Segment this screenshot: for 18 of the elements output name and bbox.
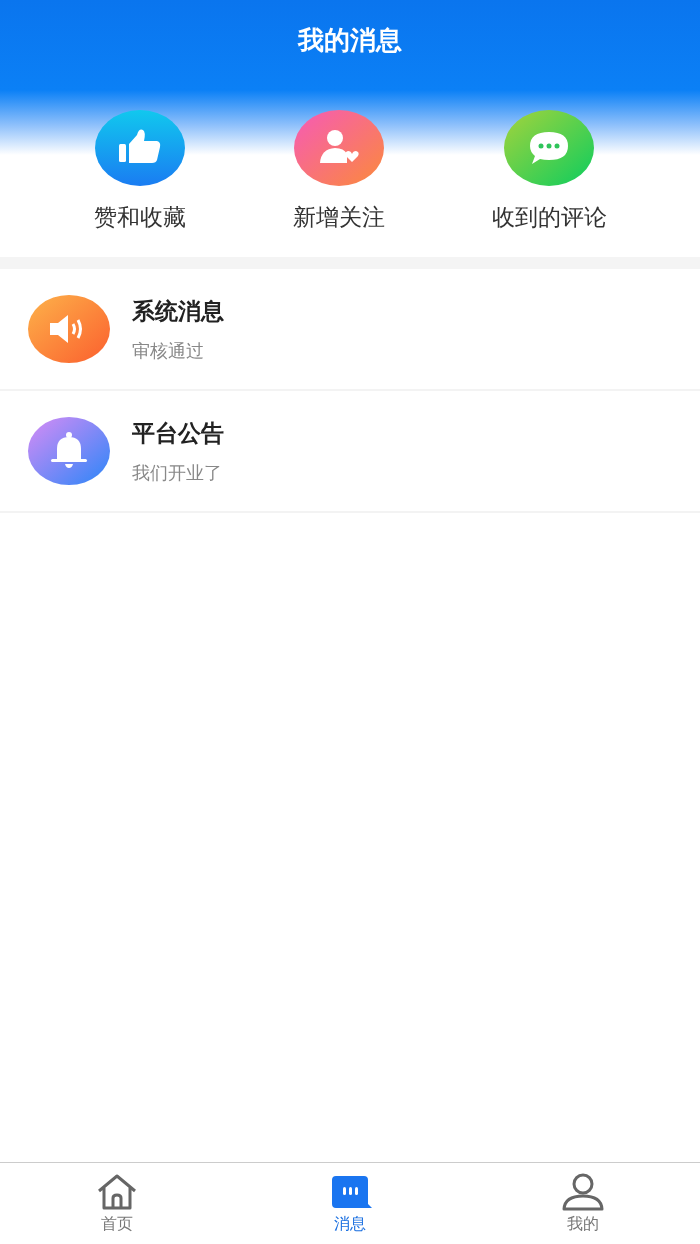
speaker-icon <box>28 295 110 363</box>
tab-bar-item[interactable]: 消息 <box>233 1163 467 1244</box>
message-title: 系统消息 <box>132 296 224 326</box>
bell-icon <box>28 417 110 485</box>
thumbs-up-icon[interactable] <box>94 110 185 186</box>
tab-bar-item[interactable]: 首页 <box>0 1163 234 1244</box>
message-row[interactable]: 系统消息 审核通过 <box>0 269 700 391</box>
message-title: 平台公告 <box>132 418 224 448</box>
message-preview: 我们开业了 <box>132 460 223 485</box>
message-row[interactable]: 平台公告 我们开业了 <box>0 391 700 513</box>
shortcut-label[interactable]: 赞和收藏 <box>93 202 186 233</box>
shortcut-label[interactable]: 新增关注 <box>292 202 385 233</box>
page-title: 我的消息 <box>296 24 403 57</box>
person-icon <box>561 1172 606 1212</box>
message-preview: 审核通过 <box>132 338 205 363</box>
shortcut-label[interactable]: 收到的评论 <box>491 202 607 233</box>
tab-bar-item[interactable]: 我的 <box>466 1163 700 1244</box>
chat-bubble-icon[interactable] <box>504 110 594 186</box>
